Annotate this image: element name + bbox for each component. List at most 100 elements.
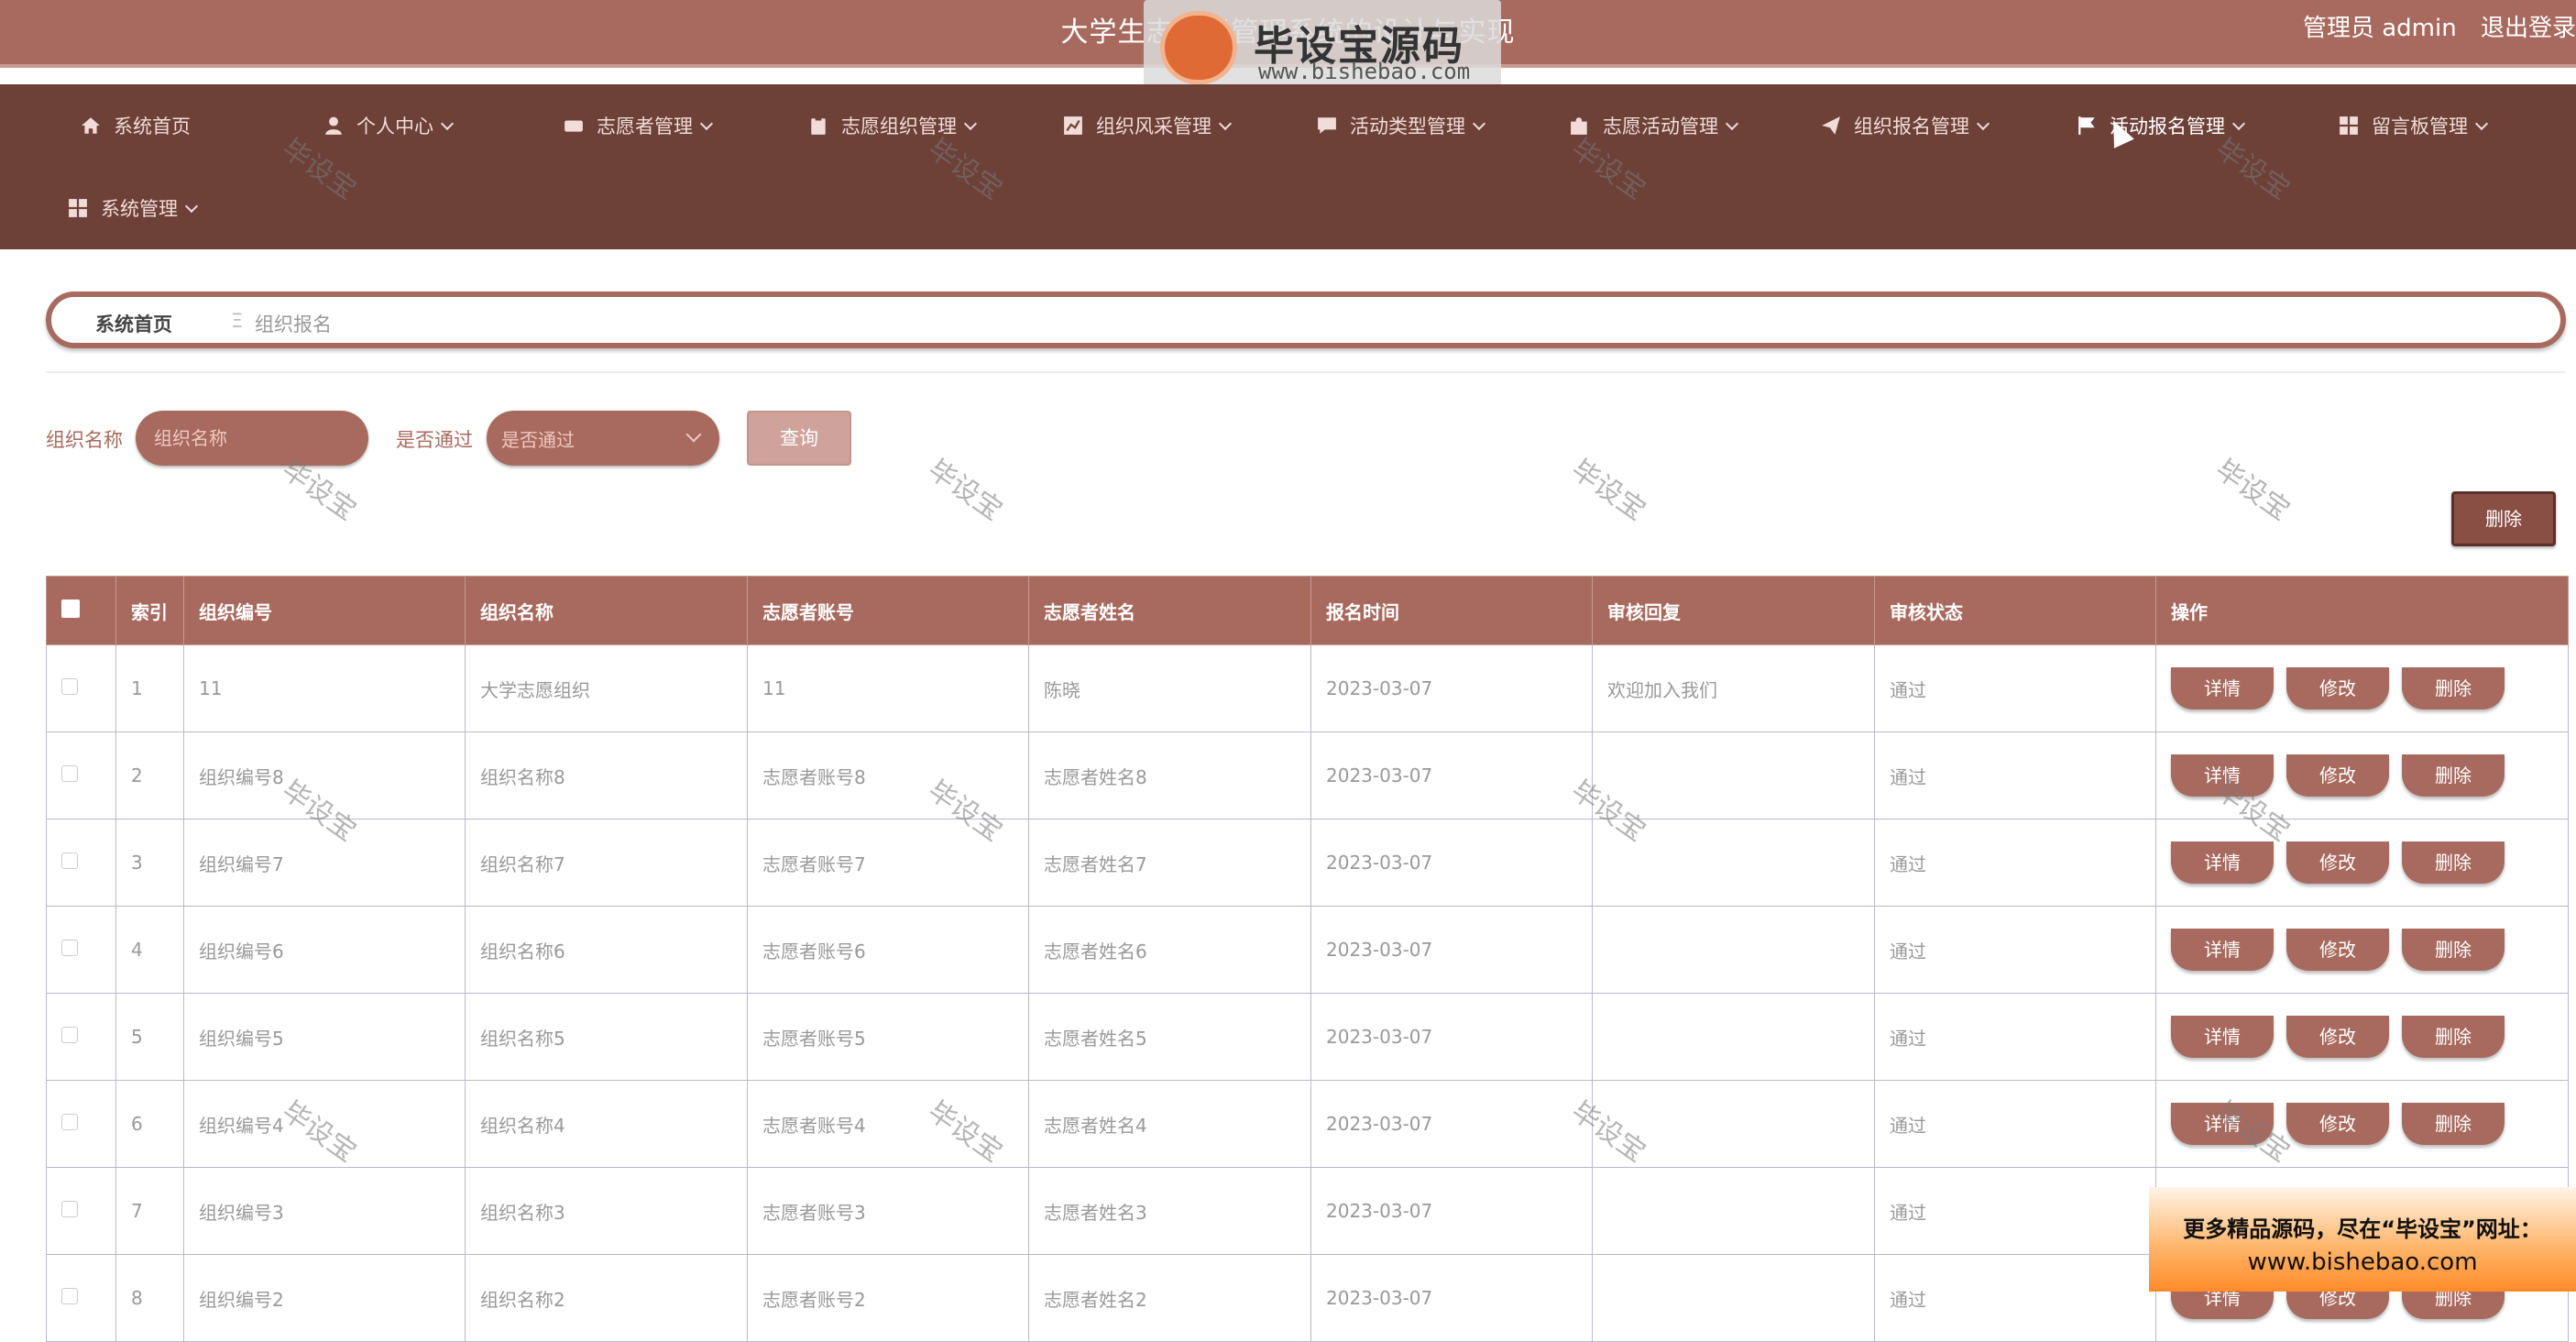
- col-header: 报名时间: [1310, 576, 1593, 645]
- nav-item-message[interactable]: 留言板管理: [2339, 104, 2489, 149]
- cell-actions: 详情修改删除: [2155, 906, 2569, 994]
- user-icon: [325, 116, 342, 135]
- batch-delete-button[interactable]: 删除: [2451, 491, 2556, 546]
- cell-status: 通过: [1874, 732, 2156, 820]
- cell-org-name: 组织名称7: [465, 819, 748, 907]
- delete-button[interactable]: 删除: [2402, 1016, 2505, 1058]
- breadcrumb: 系统首页 Ξ 组织报名: [46, 292, 2566, 348]
- ad-line1: 更多精品源码，尽在“毕设宝”网址：: [2183, 1216, 2542, 1242]
- nav-item-org-signup[interactable]: 组织报名管理: [1821, 104, 1990, 149]
- cell-reply: [1592, 1254, 1875, 1342]
- org-name-field-wrapper: [136, 411, 368, 466]
- ad-line2: www.bishebao.com: [2247, 1248, 2478, 1276]
- detail-button[interactable]: 详情: [2171, 842, 2274, 884]
- delete-button[interactable]: 删除: [2402, 929, 2505, 971]
- cell-org-no: 组织编号2: [183, 1254, 466, 1342]
- select-all-cell: [46, 576, 116, 645]
- edit-button[interactable]: 修改: [2286, 842, 2389, 884]
- detail-button[interactable]: 详情: [2171, 754, 2274, 797]
- row-checkbox[interactable]: [61, 1027, 78, 1043]
- nav-item-org[interactable]: 志愿组织管理: [808, 104, 978, 149]
- cell-time: 2023-03-07: [1310, 819, 1593, 907]
- row-checkbox[interactable]: [61, 1288, 78, 1304]
- chevron-down-icon: [963, 116, 978, 131]
- user-area: 管理员 admin 退出登录: [2286, 9, 2576, 43]
- nav-item-volunteer[interactable]: 志愿者管理: [564, 104, 714, 149]
- edit-button[interactable]: 修改: [2286, 1016, 2389, 1058]
- breadcrumb-current: 组织报名: [255, 314, 332, 336]
- row-select-cell: [46, 1080, 116, 1168]
- cell-status: 通过: [1874, 906, 2156, 994]
- cell-org-name: 组织名称8: [465, 732, 748, 820]
- cell-account: 志愿者账号5: [747, 993, 1029, 1081]
- row-select-cell: [46, 732, 116, 820]
- detail-button[interactable]: 详情: [2171, 1103, 2274, 1145]
- nav-item-activity-signup[interactable]: 活动报名管理: [2077, 104, 2246, 149]
- cell-vol-name: 陈晓: [1028, 644, 1311, 732]
- cell-status: 通过: [1874, 819, 2156, 907]
- table-row: 6 组织编号4 组织名称4 志愿者账号4 志愿者姓名4 2023-03-07 通过 详情 修改删…: [46, 1080, 2569, 1168]
- nav-item-system[interactable]: 系统管理: [68, 186, 199, 232]
- edit-button[interactable]: 修改: [2286, 1103, 2389, 1145]
- nav-label: 活动类型管理: [1350, 116, 1465, 138]
- watermark-text: 毕设宝: [1565, 453, 1651, 528]
- grid-icon: [69, 199, 87, 217]
- cell-vol-name: 志愿者姓名5: [1028, 993, 1311, 1081]
- nav-item-activity[interactable]: 志愿活动管理: [1570, 104, 1739, 149]
- chevron-down-icon: [1218, 116, 1233, 131]
- logout-link[interactable]: 退出登录: [2481, 15, 2576, 42]
- delete-button[interactable]: 删除: [2402, 667, 2505, 710]
- watermark-text: 毕设宝: [2209, 453, 2296, 528]
- delete-button[interactable]: 删除: [2402, 842, 2505, 884]
- divider: [46, 371, 2566, 373]
- chevron-down-icon: [1725, 116, 1739, 131]
- delete-button[interactable]: 删除: [2402, 1103, 2505, 1145]
- org-name-input[interactable]: [152, 424, 312, 453]
- cell-org-name: 大学志愿组织: [465, 644, 748, 732]
- detail-button[interactable]: 详情: [2171, 929, 2274, 971]
- nav-item-home[interactable]: 系统首页: [81, 104, 191, 149]
- nav-item-activity-type[interactable]: 活动类型管理: [1317, 104, 1486, 149]
- cell-actions: 详情修改删除: [2155, 732, 2569, 820]
- ad-banner[interactable]: 更多精品源码，尽在“毕设宝”网址： www.bishebao.com: [2149, 1187, 2576, 1292]
- cell-org-name: 组织名称5: [465, 993, 748, 1081]
- delete-button[interactable]: 删除: [2402, 754, 2505, 797]
- cell-vol-name: 志愿者姓名4: [1028, 1080, 1311, 1168]
- chevron-down-icon: [1472, 116, 1486, 131]
- cell-time: 2023-03-07: [1310, 1254, 1593, 1342]
- chat-icon: [1318, 117, 1336, 134]
- edit-button[interactable]: 修改: [2286, 754, 2389, 797]
- cell-time: 2023-03-07: [1310, 993, 1593, 1081]
- cell-account: 志愿者账号6: [747, 906, 1029, 994]
- row-select-cell: [46, 819, 116, 907]
- nav-label: 系统管理: [101, 198, 178, 220]
- row-checkbox[interactable]: [61, 940, 78, 956]
- send-icon: [1822, 116, 1840, 135]
- row-checkbox[interactable]: [61, 765, 78, 782]
- col-header: 索引: [115, 576, 184, 645]
- row-checkbox[interactable]: [61, 678, 78, 695]
- cell-org-name: 组织名称3: [465, 1167, 748, 1255]
- row-checkbox[interactable]: [61, 1114, 78, 1130]
- detail-button[interactable]: 详情: [2171, 667, 2274, 710]
- edit-button[interactable]: 修改: [2286, 929, 2389, 971]
- nav-item-style[interactable]: 组织风采管理: [1063, 104, 1233, 149]
- chevron-down-icon: [2231, 116, 2246, 131]
- row-checkbox[interactable]: [61, 1201, 78, 1217]
- chart-icon: [1064, 116, 1082, 135]
- main-nav: 系统首页 个人中心 志愿者管理 志愿组织管理 组织风采管理 活动类型管理 志愿活…: [0, 84, 2576, 249]
- nav-label: 个人中心: [356, 116, 433, 138]
- cell-org-no: 组织编号5: [183, 993, 466, 1081]
- pass-select[interactable]: 是否通过: [487, 411, 719, 466]
- breadcrumb-home[interactable]: 系统首页: [95, 310, 172, 337]
- edit-button[interactable]: 修改: [2286, 667, 2389, 710]
- cell-account: 志愿者账号7: [747, 819, 1029, 907]
- cell-status: 通过: [1874, 993, 2156, 1081]
- query-button[interactable]: 查询: [747, 411, 851, 466]
- cell-vol-name: 志愿者姓名6: [1028, 906, 1311, 994]
- detail-button[interactable]: 详情: [2171, 1016, 2274, 1058]
- select-all-checkbox[interactable]: [61, 599, 80, 618]
- cell-org-no: 组织编号3: [183, 1167, 466, 1255]
- nav-item-personal[interactable]: 个人中心: [323, 104, 455, 149]
- row-checkbox[interactable]: [61, 852, 78, 869]
